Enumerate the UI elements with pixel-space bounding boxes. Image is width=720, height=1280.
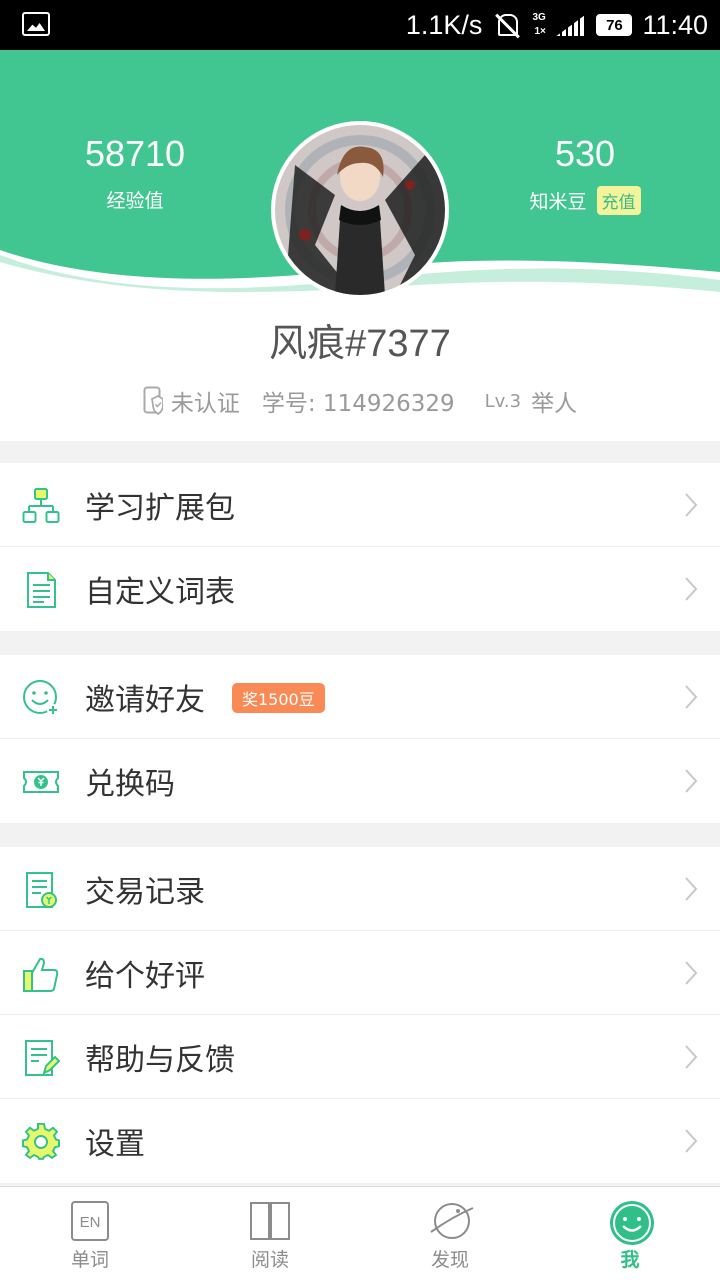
profile-info: 风痕#7377 未认证 学号: 114926329 Lv.3 举人 — [0, 300, 720, 441]
bottom-nav: EN 单词 阅读 发现 我 — [0, 1186, 720, 1280]
menu-group-account: 交易记录 给个好评 帮助与反馈 设置 — [0, 847, 720, 1183]
thumbs-up-icon — [23, 957, 59, 992]
tab-me[interactable]: 我 — [540, 1187, 720, 1280]
menu-item-custom-wordlist[interactable]: 自定义词表 — [0, 547, 720, 631]
tab-label: 阅读 — [250, 1249, 289, 1271]
chevron-right-icon — [685, 577, 698, 601]
receipt-icon — [26, 872, 57, 908]
planet-icon — [430, 1203, 474, 1239]
menu-item-label: 给个好评 — [85, 958, 205, 994]
smile-icon — [610, 1201, 654, 1245]
words-icon: EN — [71, 1201, 109, 1241]
menu-item-label: 自定义词表 — [85, 575, 235, 610]
experience-stat[interactable]: 58710 经验值 — [35, 134, 235, 213]
gear-icon — [22, 1123, 60, 1160]
tab-discover[interactable]: 发现 — [360, 1187, 540, 1280]
status-bar: 1.1K/s 3G 1× 76 11:40 — [0, 0, 720, 50]
reward-badge: 奖1500豆 — [232, 683, 325, 713]
tab-label: 我 — [620, 1249, 640, 1271]
tab-reading[interactable]: 阅读 — [180, 1187, 360, 1280]
menu-item-label: 帮助与反馈 — [85, 1042, 235, 1078]
svg-text:EN: EN — [80, 1214, 101, 1231]
chevron-right-icon — [685, 1129, 698, 1153]
menu-item-transactions[interactable]: 交易记录 — [0, 847, 720, 931]
signal-icon: 3G 1× — [532, 10, 587, 40]
level-title: 举人 — [531, 391, 578, 417]
chevron-right-icon — [685, 877, 698, 901]
book-icon — [250, 1202, 290, 1240]
user-name: 风痕#7377 — [269, 323, 451, 365]
menu-item-study-pack[interactable]: 学习扩展包 — [0, 463, 720, 547]
phone-verify-icon — [143, 386, 163, 416]
document-icon — [27, 572, 56, 608]
menu-item-label: 邀请好友 — [85, 682, 205, 718]
tab-words[interactable]: EN 单词 — [0, 1187, 180, 1280]
beans-stat[interactable]: 530 知米豆 充值 — [485, 134, 685, 215]
menu-item-label: 交易记录 — [85, 874, 205, 910]
chevron-right-icon — [685, 1045, 698, 1069]
menu-item-help-feedback[interactable]: 帮助与反馈 — [0, 1015, 720, 1099]
menu-item-label: 学习扩展包 — [85, 490, 235, 526]
menu-item-rate-app[interactable]: 给个好评 — [0, 931, 720, 1015]
network-speed: 1.1K/s — [405, 9, 483, 40]
clock: 11:40 — [642, 9, 708, 40]
chevron-right-icon — [685, 961, 698, 985]
beans-label: 知米豆 — [529, 191, 587, 213]
verify-status[interactable]: 未认证 — [171, 384, 240, 418]
edit-note-icon — [25, 1040, 60, 1076]
battery-icon: 76 — [596, 14, 633, 36]
network-icon — [22, 488, 60, 523]
avatar[interactable] — [271, 121, 449, 299]
menu-item-label: 兑换码 — [85, 767, 175, 802]
level: Lv.3 — [484, 390, 522, 412]
smile-plus-icon — [23, 680, 59, 716]
chevron-right-icon — [685, 493, 698, 517]
student-id: 学号: 114926329 — [261, 391, 455, 417]
menu-item-settings[interactable]: 设置 — [0, 1099, 720, 1183]
menu-item-redeem-code[interactable]: 兑换码 — [0, 739, 720, 823]
menu-item-invite-friends[interactable]: 邀请好友 奖1500豆 — [0, 655, 720, 739]
experience-value: 58710 — [84, 133, 186, 174]
menu-group-invite: 邀请好友 奖1500豆 兑换码 — [0, 655, 720, 823]
chevron-right-icon — [685, 685, 698, 709]
gallery-notification-icon — [22, 12, 50, 36]
experience-label: 经验值 — [106, 190, 164, 212]
tab-label: 单词 — [70, 1249, 109, 1271]
mute-icon — [492, 12, 522, 38]
menu-group-study: 学习扩展包 自定义词表 — [0, 463, 720, 631]
menu-item-label: 设置 — [85, 1127, 145, 1162]
chevron-right-icon — [685, 769, 698, 793]
beans-value: 530 — [554, 133, 616, 174]
tab-label: 发现 — [430, 1249, 469, 1271]
recharge-button[interactable]: 充值 — [596, 186, 641, 215]
ticket-icon — [23, 771, 59, 793]
